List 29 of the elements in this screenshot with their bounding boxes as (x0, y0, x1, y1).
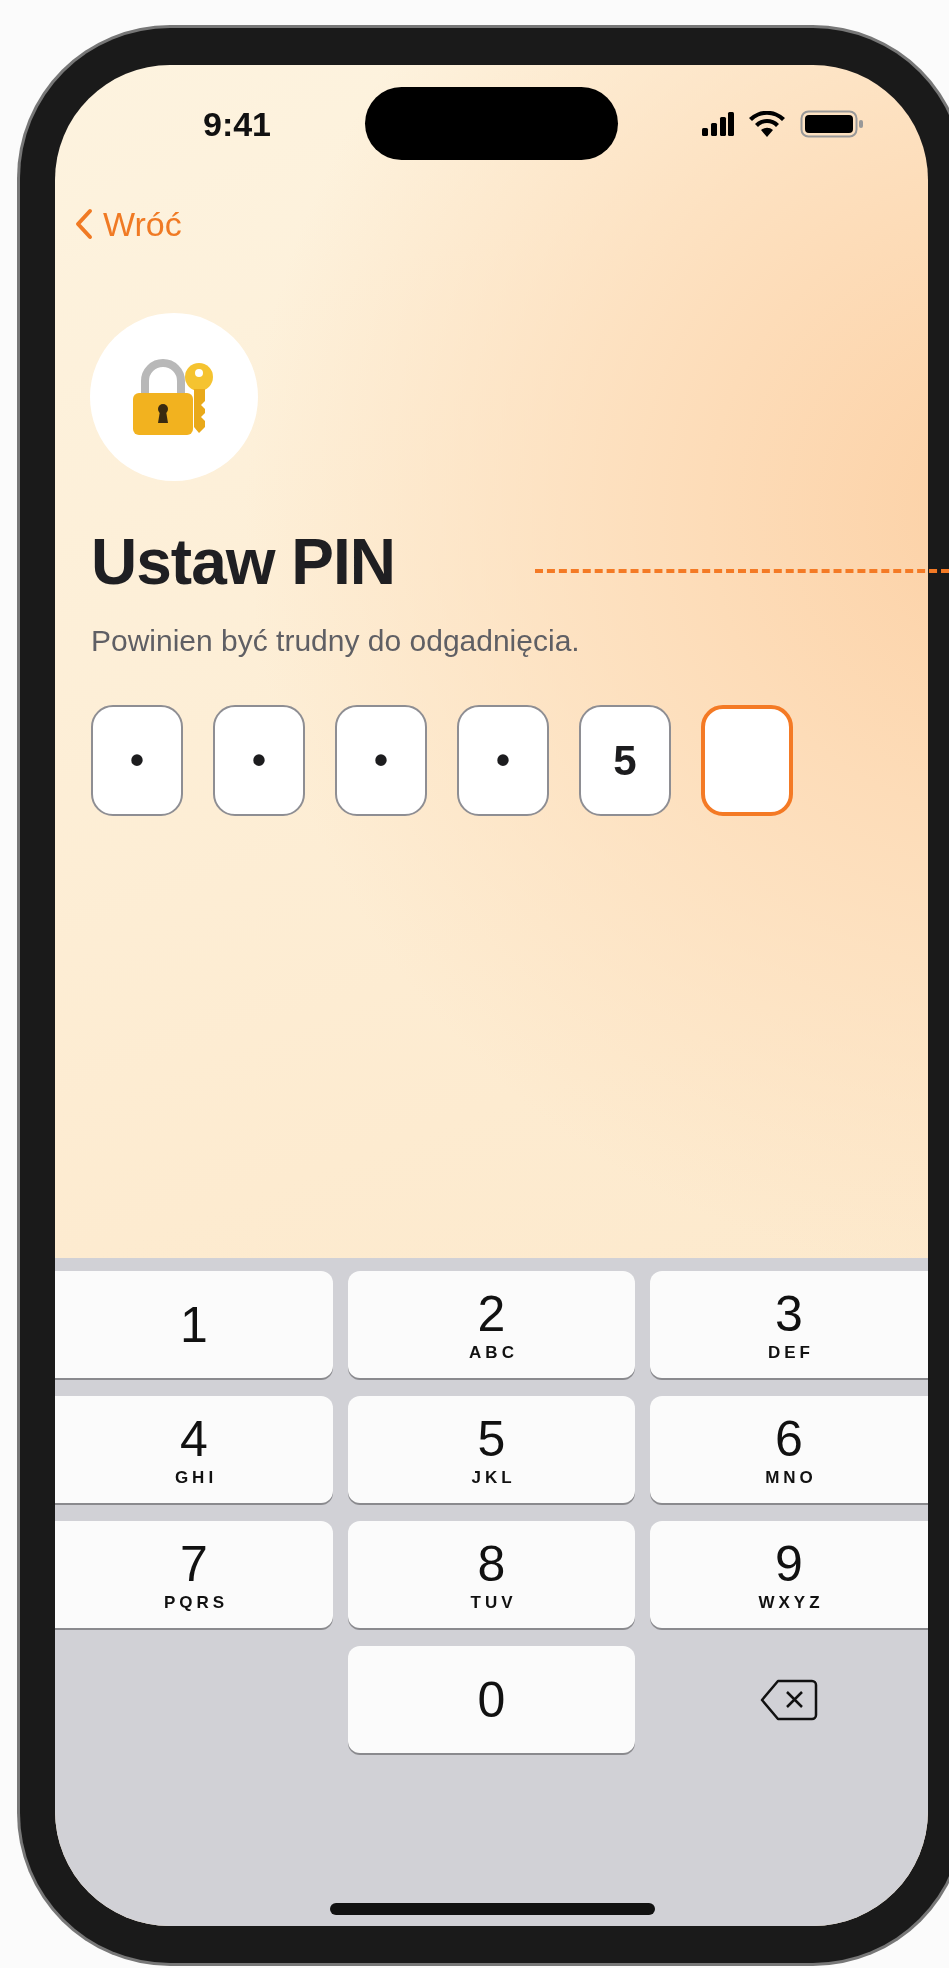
pin-digit-field[interactable] (701, 705, 793, 816)
masked-digit: • (374, 738, 388, 783)
pin-digit-field[interactable]: • (91, 705, 183, 816)
masked-digit: • (252, 738, 266, 783)
status-time: 9:41 (201, 104, 273, 144)
pin-digit-field[interactable]: • (457, 705, 549, 816)
backspace-icon[interactable] (760, 1678, 818, 1721)
subtitle-text: Powinien być trudny do odgadnięcia. (91, 623, 581, 659)
masked-digit: • (496, 738, 510, 783)
battery-icon (800, 110, 864, 138)
masked-digit: • (130, 738, 144, 783)
keypad-key[interactable]: 7 PQRS (55, 1521, 333, 1628)
signal-icon (702, 112, 734, 136)
page-title: Ustaw PIN (91, 525, 395, 599)
wifi-icon (748, 111, 786, 137)
keypad-key[interactable]: 3 DEF (650, 1271, 928, 1378)
keypad-key[interactable]: 1 (55, 1271, 333, 1378)
pin-digit-field[interactable]: 5 (579, 705, 671, 816)
keypad-key[interactable]: 6 MNO (650, 1396, 928, 1503)
keypad-key[interactable]: 0 (348, 1646, 635, 1753)
pin-digit: 5 (613, 736, 637, 785)
chevron-left-icon (75, 208, 93, 240)
pin-digit-field[interactable]: • (335, 705, 427, 816)
keypad-key[interactable]: 8 TUV (348, 1521, 635, 1628)
keypad-key[interactable]: 5 JKL (348, 1396, 635, 1503)
pin-digit-field[interactable]: • (213, 705, 305, 816)
keypad-key[interactable]: 2 ABC (348, 1271, 635, 1378)
keypad-key[interactable]: 9 WXYZ (650, 1521, 928, 1628)
keypad-key[interactable]: 4 GHI (55, 1396, 333, 1503)
